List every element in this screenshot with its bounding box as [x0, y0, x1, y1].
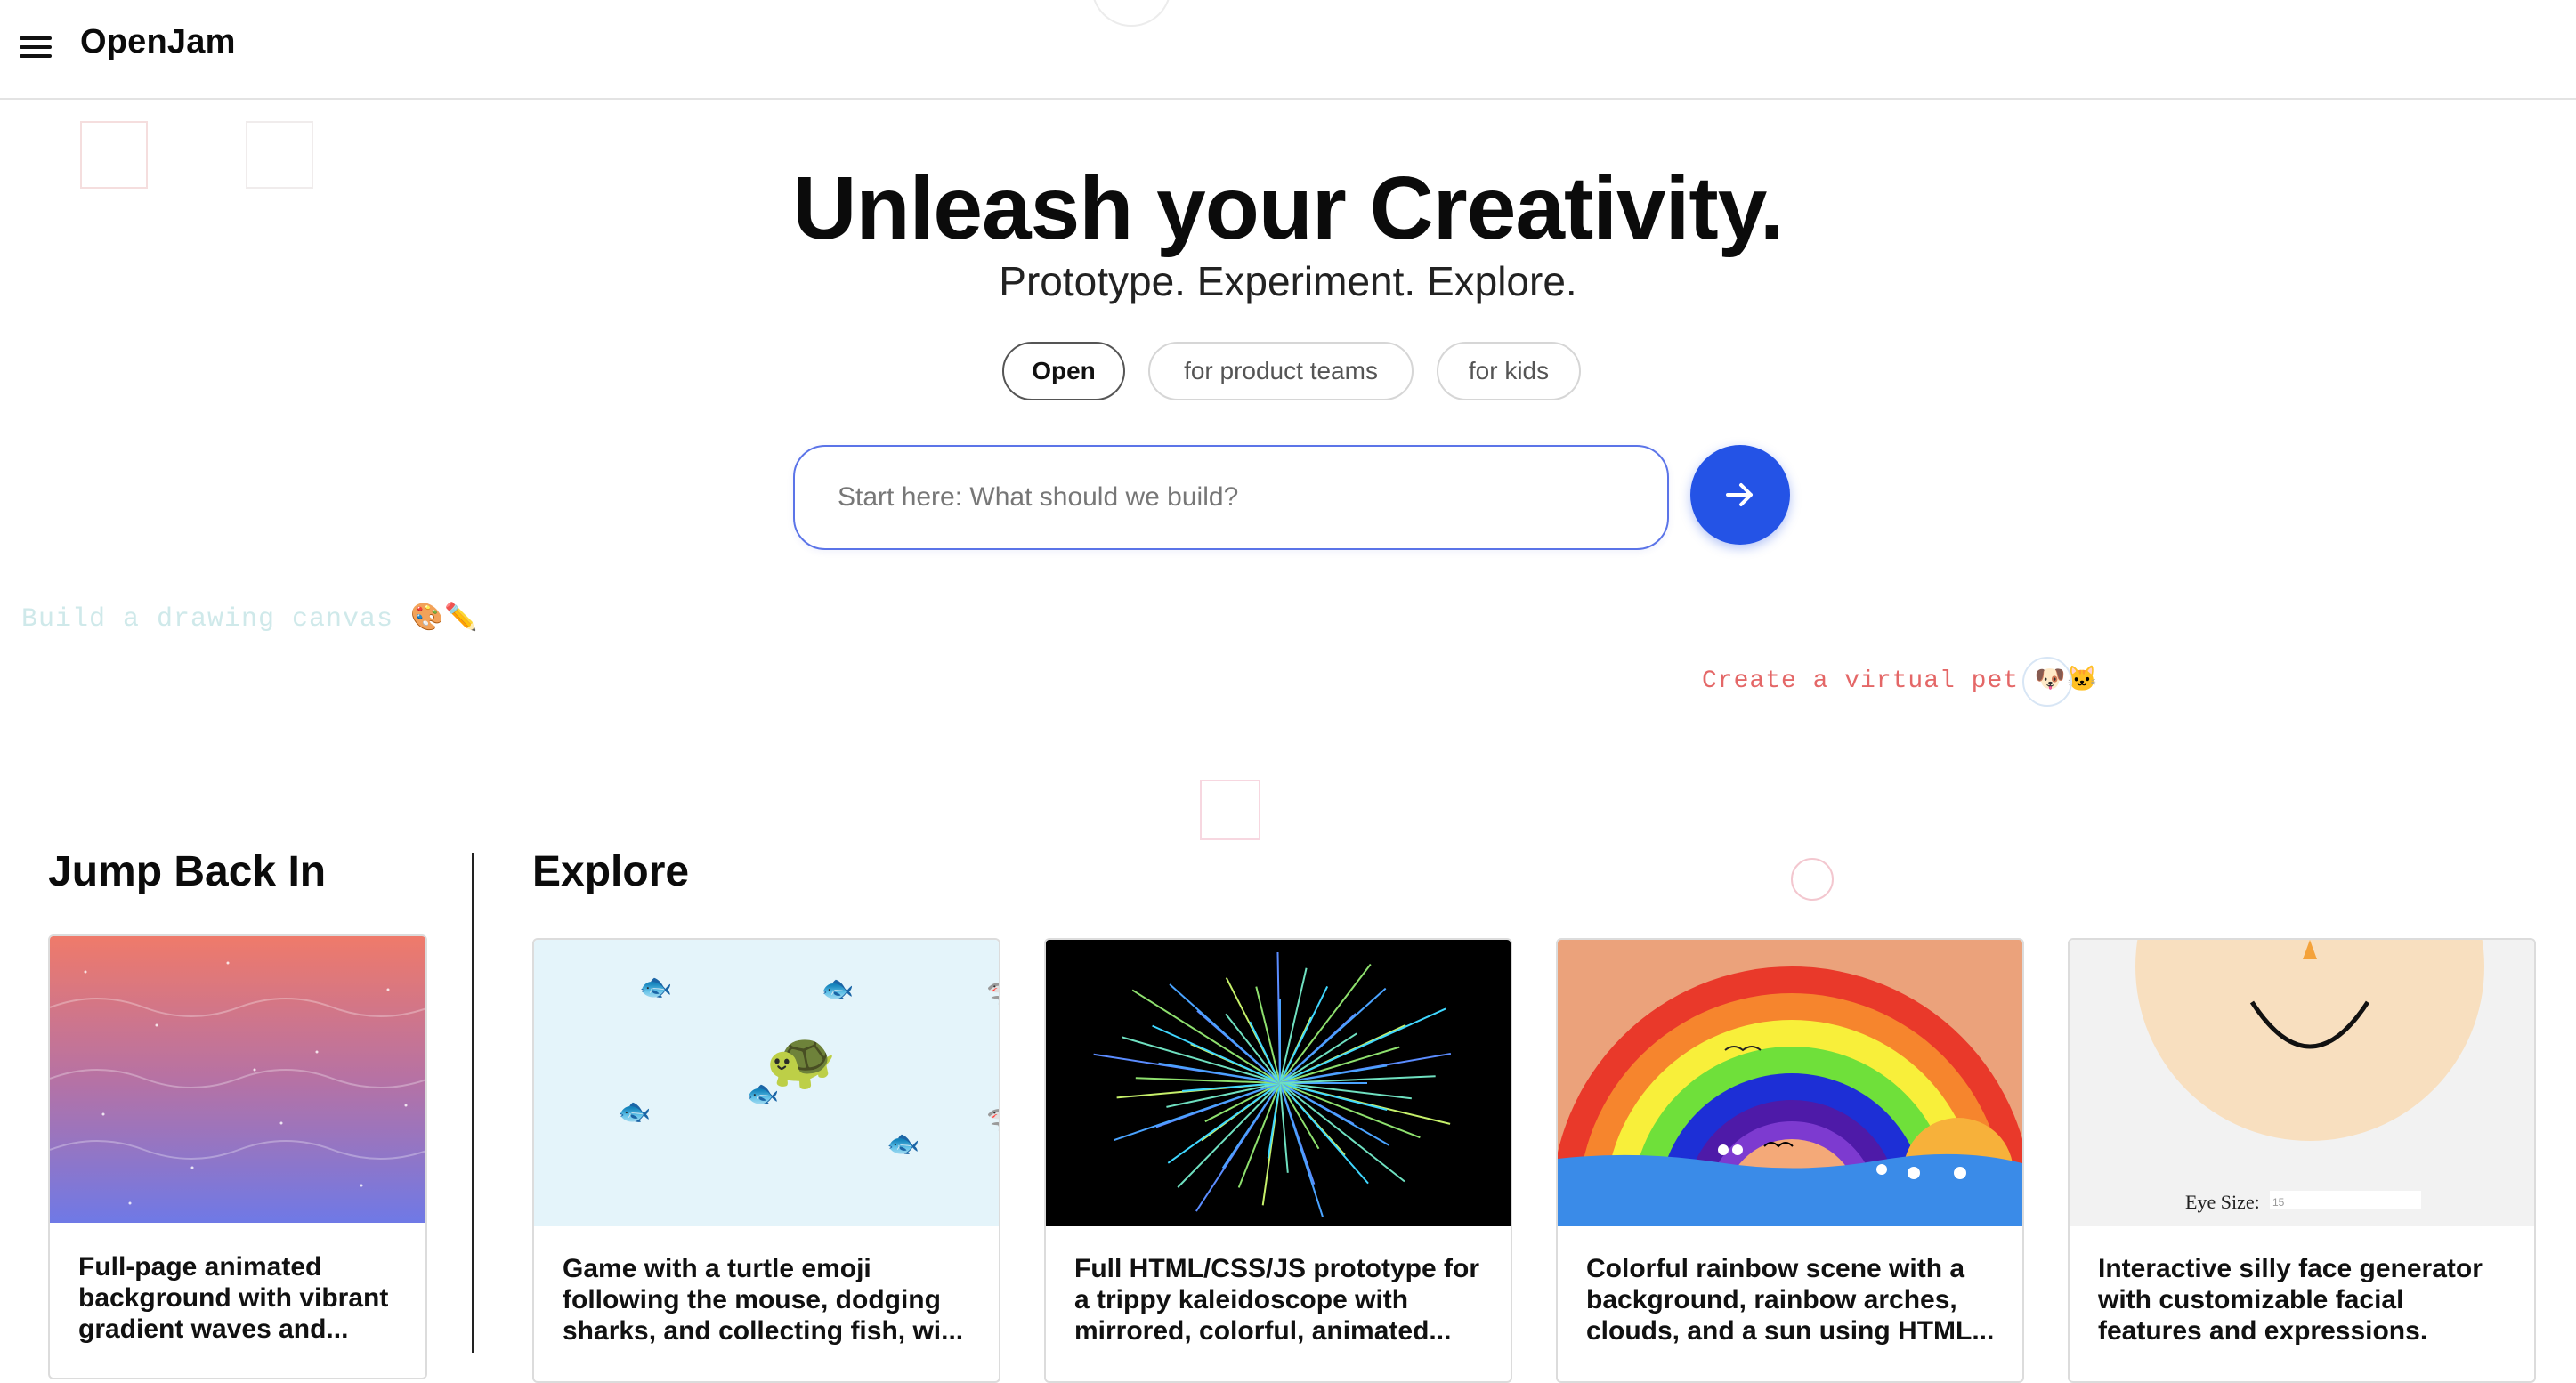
- card-thumbnail: [50, 936, 425, 1223]
- floating-prompt-drawing[interactable]: Build a drawing canvas 🎨✏️: [21, 602, 479, 635]
- kaleidoscope-ray: [1113, 1082, 1281, 1142]
- app-title: OpenJam: [80, 23, 236, 61]
- hero-subtitle: Prototype. Experiment. Explore.: [999, 258, 1577, 304]
- card-thumbnail: [1558, 940, 2022, 1226]
- prompt-input[interactable]: [793, 445, 1669, 550]
- kaleidoscope-ray: [1279, 1082, 1369, 1185]
- decorative-square: [1200, 780, 1260, 840]
- kaleidoscope-ray: [1177, 1082, 1281, 1188]
- eye-size-value: 15: [2272, 1196, 2285, 1209]
- explore-card-kaleidoscope[interactable]: Full HTML/CSS/JS prototype for a trippy …: [1044, 938, 1512, 1383]
- fish-icon: 🐟: [639, 973, 673, 1002]
- decorative-circle: [1791, 858, 1834, 901]
- card-description: Colorful rainbow scene with a background…: [1586, 1254, 1995, 1346]
- kaleidoscope-ray: [1279, 1007, 1446, 1084]
- arrow-right-icon: [1726, 483, 1753, 506]
- card-description: Game with a turtle emoji following the m…: [563, 1254, 964, 1346]
- explore-heading: Explore: [532, 848, 690, 895]
- mode-open-button[interactable]: Open: [1002, 342, 1125, 400]
- card-description: Interactive silly face generator with cu…: [2098, 1254, 2483, 1346]
- recent-project-card[interactable]: Full-page animated background with vibra…: [48, 934, 427, 1379]
- decorative-circle: [2022, 657, 2072, 707]
- fish-icon: 🐟: [618, 1097, 652, 1127]
- explore-card-silly-face[interactable]: Eye Size: 15 Interactive silly face gene…: [2068, 938, 2536, 1383]
- kaleidoscope-ray: [1152, 1024, 1281, 1084]
- shark-icon: 🦈: [986, 979, 999, 1007]
- card-description: Full-page animated background with vibra…: [78, 1252, 389, 1344]
- explore-card-turtle[interactable]: 🐟 🐟 🦈 🐢 🐟 🐟 🐟 🦈 Game with a turtle emoji…: [532, 938, 1000, 1383]
- kaleidoscope-ray: [1122, 1036, 1281, 1084]
- explore-card-rainbow[interactable]: Colorful rainbow scene with a background…: [1556, 938, 2024, 1383]
- card-thumbnail: 🐟 🐟 🦈 🐢 🐟 🐟 🐟 🦈: [534, 940, 999, 1226]
- fish-icon: 🐟: [887, 1129, 920, 1159]
- submit-button[interactable]: [1690, 445, 1790, 545]
- card-thumbnail: [1046, 940, 1511, 1226]
- top-bar: OpenJam: [0, 0, 2576, 100]
- card-description: Full HTML/CSS/JS prototype for a trippy …: [1074, 1254, 1479, 1346]
- eye-size-label: Eye Size:: [2185, 1191, 2260, 1213]
- menu-icon[interactable]: [18, 34, 53, 61]
- fish-icon: 🐟: [821, 975, 855, 1004]
- hero-title: Unleash your Creativity.: [792, 158, 1784, 258]
- mode-product-teams-button[interactable]: for product teams: [1148, 342, 1414, 400]
- card-thumbnail: Eye Size: 15: [2070, 940, 2534, 1226]
- section-divider: [472, 853, 474, 1353]
- shark-icon: 🦈: [986, 1105, 999, 1133]
- mode-kids-button[interactable]: for kids: [1437, 342, 1581, 400]
- jump-back-in-heading: Jump Back In: [48, 848, 327, 895]
- fish-icon: 🐟: [746, 1080, 780, 1109]
